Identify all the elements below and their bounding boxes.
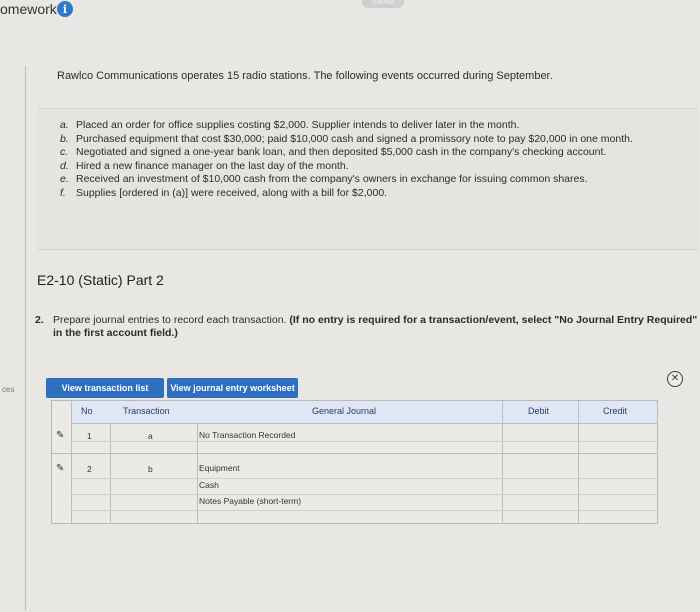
row-number: 1 <box>87 431 92 441</box>
list-item: c. Negotiated and signed a one-year bank … <box>60 146 607 158</box>
header-credit: Credit <box>603 406 628 416</box>
events-panel: a. Placed an order for office supplies co… <box>38 108 698 250</box>
header-transaction: Transaction <box>123 406 170 416</box>
list-item: f. Supplies [ordered in (a)] were receive… <box>60 186 388 199</box>
account-field[interactable]: Cash <box>199 480 219 490</box>
top-bar: omework i Saved <box>0 0 700 22</box>
view-journal-entry-worksheet-button[interactable]: View journal entry worksheet <box>167 378 298 398</box>
list-item: a. Placed an order for office supplies co… <box>60 119 520 131</box>
instruction-text: Prepare journal entries to record each t… <box>53 314 290 326</box>
row-transaction: b <box>148 464 153 474</box>
list-item: e. Received an investment of $10,000 cash… <box>60 173 588 185</box>
account-field[interactable]: Equipment <box>199 463 240 473</box>
instruction-number: 2. <box>35 314 44 326</box>
view-transaction-list-button[interactable]: View transaction list <box>46 378 164 398</box>
account-field[interactable]: Notes Payable (short-term) <box>199 496 301 506</box>
app-title: omework <box>0 1 57 17</box>
part-title: E2-10 (Static) Part 2 <box>37 272 164 288</box>
left-divider <box>25 66 26 611</box>
list-item: b. Purchased equipment that cost $30,000;… <box>60 132 633 145</box>
saved-status-badge: Saved <box>362 0 404 8</box>
list-item: d. Hired a new finance manager on the las… <box>60 159 349 172</box>
header-debit: Debit <box>528 406 550 416</box>
account-field[interactable]: No Transaction Recorded <box>199 430 295 440</box>
edit-pencil-icon[interactable]: ✎ <box>56 431 66 441</box>
journal-table: No Transaction General Journal Debit Cre… <box>51 400 658 524</box>
instruction: 2. Prepare journal entries to record eac… <box>35 314 700 340</box>
header-no: No <box>81 406 93 416</box>
event-list: a. Placed an order for office supplies co… <box>60 119 696 200</box>
header-general-journal: General Journal <box>312 406 377 416</box>
side-label: ces <box>2 385 15 394</box>
row-transaction: a <box>148 431 153 441</box>
edit-pencil-icon[interactable]: ✎ <box>56 464 66 474</box>
problem-intro: Rawlco Communications operates 15 radio … <box>57 70 553 82</box>
close-icon[interactable]: ✕ <box>667 371 683 387</box>
info-icon[interactable]: i <box>57 1 73 17</box>
row-number: 2 <box>87 464 92 474</box>
journal-header: No Transaction General Journal Debit Cre… <box>71 401 657 424</box>
